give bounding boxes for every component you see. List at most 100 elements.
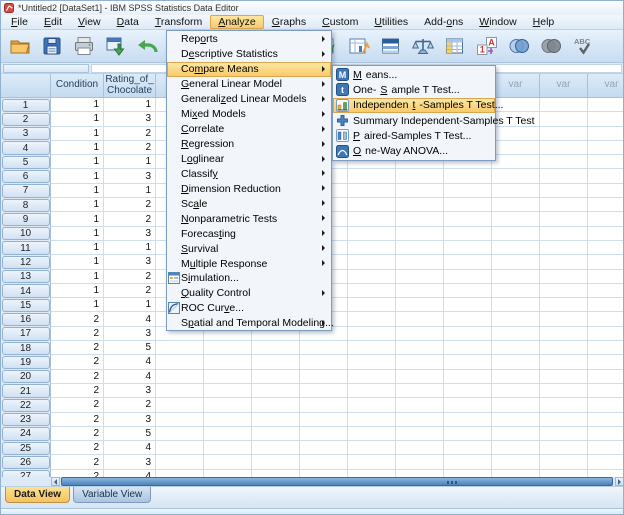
cell-r20-var4[interactable] — [300, 369, 348, 384]
toolbar-show-all-variables-button[interactable] — [536, 32, 565, 60]
toolbar-spell-check-button[interactable]: ABC — [568, 32, 597, 60]
cell-r13-var5[interactable] — [348, 269, 396, 284]
cell-r12-c2[interactable]: 3 — [104, 255, 156, 270]
cell-r21-var8[interactable] — [492, 383, 540, 399]
cell-r24-var1[interactable] — [156, 426, 204, 442]
cell-r24-var10[interactable] — [588, 427, 623, 442]
submenu-item-independent-samples-t-test[interactable]: Independen t -Samples T Test... — [333, 97, 503, 113]
cell-r4-c2[interactable]: 2 — [104, 140, 156, 156]
cell-r11-var7[interactable] — [444, 240, 492, 256]
menubar-item-view[interactable]: View — [70, 15, 109, 29]
row-header-14[interactable]: 14 — [1, 283, 51, 299]
cell-r22-var10[interactable] — [588, 398, 623, 413]
cell-r14-var7[interactable] — [444, 283, 492, 299]
cell-r27-var4[interactable] — [300, 469, 348, 477]
cell-r21-var4[interactable] — [300, 383, 348, 399]
cell-r4-var8[interactable] — [492, 140, 540, 156]
cell-r17-var10[interactable] — [588, 327, 623, 342]
cell-r6-var6[interactable] — [396, 169, 444, 184]
row-header-1[interactable]: 1 — [1, 98, 51, 113]
cell-r11-c1[interactable]: 1 — [51, 240, 104, 256]
cell-r4-var9[interactable] — [540, 140, 588, 156]
menu-item-scale[interactable]: Sc a le — [167, 196, 331, 211]
cell-r19-var5[interactable] — [348, 355, 396, 370]
cell-r21-var3[interactable] — [252, 383, 300, 399]
cell-r10-var5[interactable] — [348, 226, 396, 241]
cell-r17-c1[interactable]: 2 — [51, 326, 104, 342]
cell-r27-var5[interactable] — [348, 469, 396, 477]
submenu-item-means[interactable]: M Means... — [333, 67, 495, 82]
cell-r25-var7[interactable] — [444, 441, 492, 456]
cell-r22-var7[interactable] — [444, 398, 492, 413]
cell-r10-c2[interactable]: 3 — [104, 226, 156, 241]
row-header-2[interactable]: 2 — [1, 112, 51, 127]
cell-r6-var8[interactable] — [492, 169, 540, 184]
cell-r12-var10[interactable] — [588, 255, 623, 270]
cell-r5-var8[interactable] — [492, 155, 540, 170]
menu-item-nonparametric-tests[interactable]: Nonparametric Tests — [167, 211, 331, 226]
cell-r14-c1[interactable]: 1 — [51, 283, 104, 299]
row-header-5[interactable]: 5 — [1, 155, 51, 170]
cell-r1-var9[interactable] — [540, 98, 588, 113]
menu-item-loglinear[interactable]: Lo glinear — [167, 152, 331, 167]
cell-r7-var9[interactable] — [540, 183, 588, 199]
cell-r4-c1[interactable]: 1 — [51, 140, 104, 156]
cell-r8-var9[interactable] — [540, 198, 588, 213]
cell-r16-var6[interactable] — [396, 312, 444, 327]
cell-r24-var2[interactable] — [204, 426, 252, 442]
cell-r14-var10[interactable] — [588, 284, 623, 299]
cell-r13-c1[interactable]: 1 — [51, 269, 104, 284]
cell-r22-var9[interactable] — [540, 398, 588, 413]
cell-r21-var6[interactable] — [396, 383, 444, 399]
cell-r27-var1[interactable] — [156, 469, 204, 477]
cell-r18-c2[interactable]: 5 — [104, 341, 156, 356]
cell-r15-var5[interactable] — [348, 298, 396, 313]
cell-r13-c2[interactable]: 2 — [104, 269, 156, 284]
cell-r21-c1[interactable]: 2 — [51, 383, 104, 399]
cell-r7-var10[interactable] — [588, 184, 623, 199]
column-header-var-9[interactable]: var — [540, 74, 588, 98]
cell-r19-var6[interactable] — [396, 355, 444, 370]
cell-r24-var3[interactable] — [252, 426, 300, 442]
cell-r20-c1[interactable]: 2 — [51, 369, 104, 384]
cell-r25-var1[interactable] — [156, 441, 204, 456]
cell-r17-var5[interactable] — [348, 326, 396, 342]
menu-item-reports[interactable]: Rep o rts — [167, 32, 331, 47]
cell-r26-var1[interactable] — [156, 455, 204, 470]
cell-r7-c1[interactable]: 1 — [51, 183, 104, 199]
scrollbar-thumb[interactable] — [61, 477, 613, 486]
cell-r13-var6[interactable] — [396, 269, 444, 284]
cell-r8-var10[interactable] — [588, 198, 623, 213]
cell-r23-var4[interactable] — [300, 412, 348, 427]
row-header-15[interactable]: 15 — [1, 298, 51, 313]
cell-r21-var7[interactable] — [444, 383, 492, 399]
cell-r23-c1[interactable]: 2 — [51, 412, 104, 427]
cell-r16-var10[interactable] — [588, 312, 623, 327]
cell-r14-var8[interactable] — [492, 283, 540, 299]
cell-r8-c2[interactable]: 2 — [104, 198, 156, 213]
cell-r23-var5[interactable] — [348, 412, 396, 427]
menubar-item-utilities[interactable]: Utilities — [366, 15, 416, 29]
cell-r15-var8[interactable] — [492, 298, 540, 313]
cell-r2-c1[interactable]: 1 — [51, 112, 104, 127]
cell-r26-var2[interactable] — [204, 455, 252, 470]
cell-r10-var7[interactable] — [444, 226, 492, 241]
menu-item-dimension-reduction[interactable]: Dimension Reduction — [167, 181, 331, 196]
cell-r15-var7[interactable] — [444, 298, 492, 313]
row-header-8[interactable]: 8 — [1, 198, 51, 213]
cell-r11-c2[interactable]: 1 — [104, 240, 156, 256]
cell-r18-var6[interactable] — [396, 341, 444, 356]
cell-r20-var6[interactable] — [396, 369, 444, 384]
cell-r16-c1[interactable]: 2 — [51, 312, 104, 327]
menubar-item-help[interactable]: Help — [525, 15, 563, 29]
cell-r24-c1[interactable]: 2 — [51, 426, 104, 442]
row-header-3[interactable]: 3 — [1, 126, 51, 141]
row-header-19[interactable]: 19 — [1, 355, 51, 370]
menu-item-roc-curve[interactable]: ROC Cur v e... — [167, 301, 331, 316]
menu-item-compare-means[interactable]: Co m pare Means — [167, 61, 331, 77]
cell-r5-var10[interactable] — [588, 155, 623, 170]
cell-r19-c1[interactable]: 2 — [51, 355, 104, 370]
row-header-4[interactable]: 4 — [1, 140, 51, 156]
submenu-item-summary-independent-samples-t-test[interactable]: Summary Independent-Samples T Test — [333, 113, 535, 128]
cell-r10-var10[interactable] — [588, 227, 623, 241]
